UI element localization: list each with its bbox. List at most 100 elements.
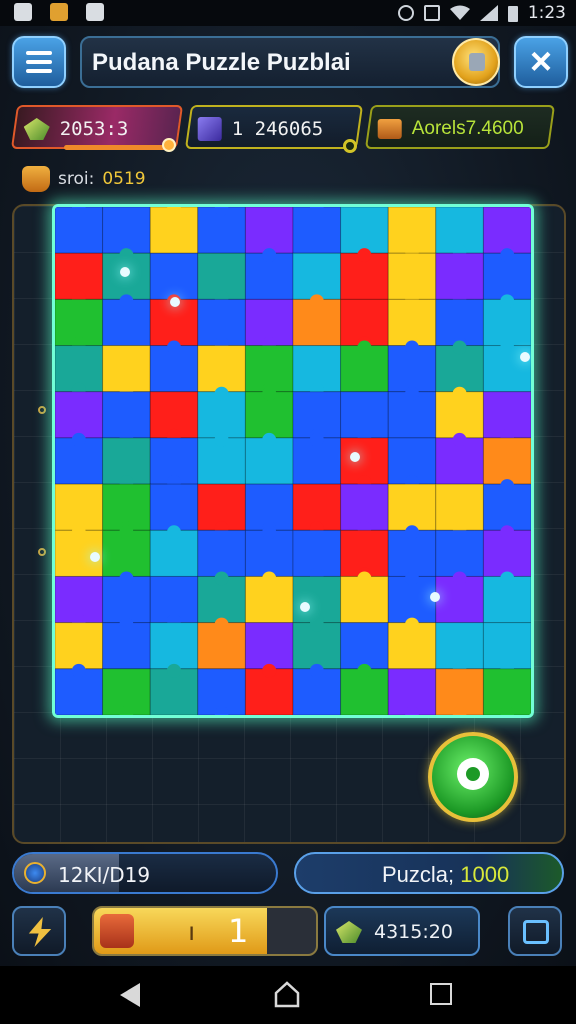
sparkle xyxy=(430,592,440,602)
puzzle-piece-tab xyxy=(452,386,467,401)
lock-badge-icon[interactable] xyxy=(452,38,500,86)
gems-progress-knob xyxy=(162,138,176,152)
sparkle xyxy=(520,352,530,362)
gems-counter[interactable]: 2053:3 xyxy=(10,105,184,149)
puzzle-piece-tab xyxy=(262,571,277,586)
puzzle-piece-tab xyxy=(500,525,515,540)
puzzle-count-value: 1000 xyxy=(460,862,510,887)
gems-total-value: 4315:20 xyxy=(374,921,453,943)
notification-icon xyxy=(50,3,68,21)
puzzle-piece-tab xyxy=(452,571,467,586)
title-bar: Pudana Puzzle Puzblai xyxy=(80,36,500,88)
cubes-counter[interactable]: 1 246065 xyxy=(184,105,364,149)
puzzle-piece-tab xyxy=(262,663,277,678)
puzzle-piece-tab xyxy=(500,571,515,586)
treasure-box-icon xyxy=(100,914,134,948)
puzzle-piece-tab xyxy=(452,340,467,355)
puzzle-piece-tab xyxy=(119,294,134,309)
puzzle-piece-tab xyxy=(214,386,229,401)
puzzle-piece-tab xyxy=(71,432,86,447)
level-progress-bar[interactable]: ı 1 xyxy=(92,906,318,956)
puzzle-piece-tab xyxy=(500,248,515,263)
sparkle xyxy=(300,602,310,612)
puzzle-piece-tab xyxy=(262,386,277,401)
board-marker xyxy=(38,406,46,414)
gems-value: 2053:3 xyxy=(59,118,129,140)
puzzle-piece-tab xyxy=(500,294,515,309)
puzzle-piece-tab xyxy=(452,432,467,447)
puzzle-count-bar[interactable]: Puzcla; 1000 xyxy=(294,852,564,894)
puzzle-piece-tab xyxy=(405,571,419,586)
puzzle-piece-tab xyxy=(71,525,86,540)
recents-icon[interactable] xyxy=(430,983,452,1005)
awards-counter[interactable]: Aorels7.4600 xyxy=(364,105,556,149)
puzzle-piece-tab xyxy=(119,525,134,540)
boost-button[interactable] xyxy=(12,906,66,956)
alarm-icon xyxy=(397,5,414,21)
gem-icon xyxy=(24,118,50,140)
puzzle-piece-tab xyxy=(405,525,419,540)
coin-icon xyxy=(24,862,46,884)
sparkle xyxy=(90,552,100,562)
lightning-icon xyxy=(28,917,52,947)
puzzle-piece-tab xyxy=(500,340,515,355)
score-row: sroi: 0519 xyxy=(22,166,146,192)
home-icon[interactable] xyxy=(273,980,301,1008)
puzzle-count-label: Puzcla; xyxy=(382,862,455,887)
puzzle-piece-tab xyxy=(309,663,324,678)
puzzle-piece-tab xyxy=(119,571,134,586)
puzzle-piece-tab xyxy=(357,663,372,678)
mute-icon xyxy=(423,5,440,21)
puzzle-piece-tab xyxy=(262,248,277,263)
puzzle-piece-tab xyxy=(405,617,419,632)
puzzle-piece-tab xyxy=(309,617,324,632)
puzzle-piece-tab xyxy=(405,386,419,401)
bag-icon xyxy=(523,920,549,944)
puzzle-piece-tab xyxy=(71,663,86,678)
sparkle xyxy=(350,452,360,462)
shield-icon xyxy=(14,3,32,21)
location-pin-icon xyxy=(457,758,489,790)
cubes-value: 1 246065 xyxy=(231,118,324,140)
gem-icon xyxy=(336,921,362,943)
clock: 1:23 xyxy=(527,3,566,23)
gems-total-bar[interactable]: 4315:20 xyxy=(324,906,480,956)
sparkle xyxy=(120,267,130,277)
awards-value: Aorels7.4600 xyxy=(411,118,524,139)
score-value: 0519 xyxy=(102,169,146,189)
signal-icon xyxy=(479,5,498,21)
close-button[interactable]: × xyxy=(514,36,568,88)
board-marker xyxy=(38,548,46,556)
navigation-bar xyxy=(0,966,576,1024)
coins-bar[interactable]: 12KI/D19 xyxy=(12,852,278,894)
close-icon: × xyxy=(529,41,553,83)
puzzle-piece-tab xyxy=(167,525,181,540)
inventory-button[interactable] xyxy=(508,906,562,956)
puzzle-piece-tab xyxy=(119,248,134,263)
puzzle-piece-tab xyxy=(357,340,372,355)
puzzle-pieces[interactable] xyxy=(55,207,531,715)
puzzle-piece-tab xyxy=(214,432,229,447)
hint-button[interactable] xyxy=(428,732,518,822)
puzzle-piece-tab xyxy=(357,571,372,586)
puzzle-piece-tab xyxy=(262,525,277,540)
menu-button[interactable] xyxy=(12,36,66,88)
gems-progress-bar xyxy=(64,145,172,150)
puzzle-piece-tab xyxy=(119,617,134,632)
page-title: Pudana Puzzle Puzblai xyxy=(92,49,351,76)
wifi-icon xyxy=(449,5,470,20)
puzzle-piece-tab xyxy=(167,340,181,355)
score-label: sroi: xyxy=(58,169,95,189)
puzzle-piece-tab xyxy=(309,294,324,309)
sparkle xyxy=(170,297,180,307)
image-icon xyxy=(86,3,104,21)
puzzle-piece-tab xyxy=(500,479,515,494)
status-bar: 1:23 xyxy=(0,0,576,26)
coins-value: 12KI/D19 xyxy=(58,863,151,887)
back-icon[interactable] xyxy=(120,983,140,1007)
chest-icon xyxy=(377,119,402,139)
puzzle-piece-tab xyxy=(309,432,324,447)
cube-icon xyxy=(197,117,222,141)
battery-icon xyxy=(507,6,518,22)
puzzle-grid[interactable] xyxy=(52,204,534,718)
